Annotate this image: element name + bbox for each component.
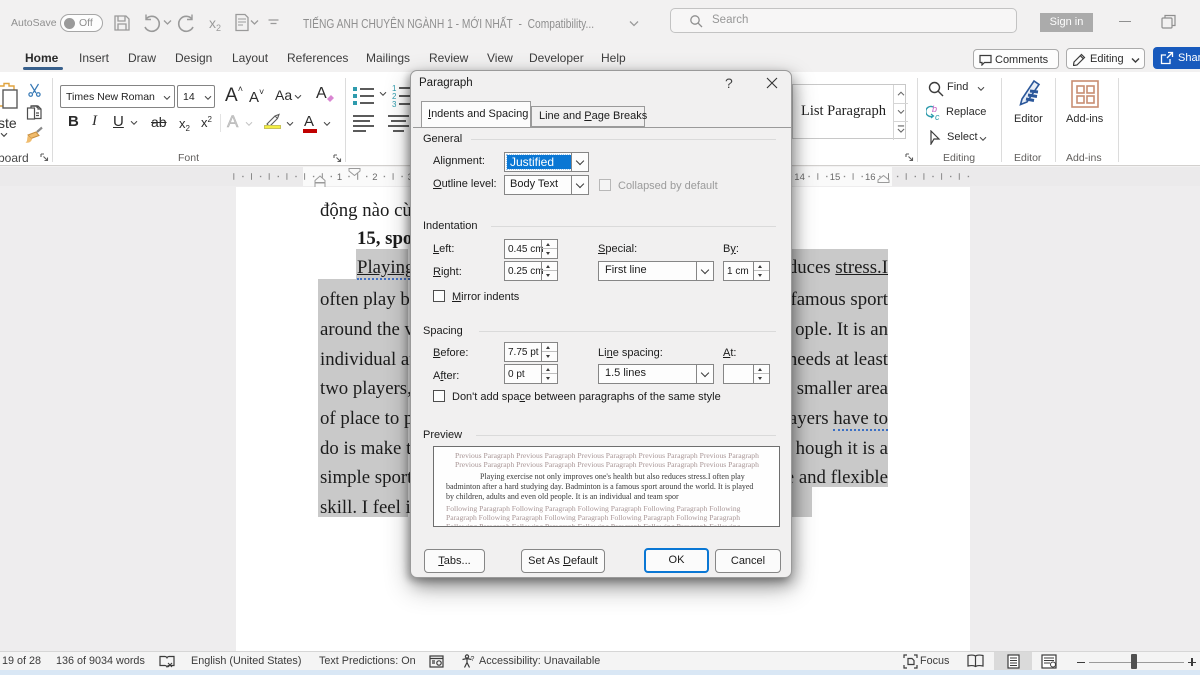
svg-text:14: 14 (794, 172, 805, 183)
svg-text:?: ? (471, 656, 475, 663)
svg-text:3: 3 (392, 100, 397, 108)
svg-text:1: 1 (337, 172, 342, 183)
svg-text:15: 15 (830, 172, 841, 183)
svg-text:2: 2 (372, 172, 377, 183)
svg-text:16: 16 (865, 172, 876, 183)
svg-text:c: c (935, 112, 940, 121)
